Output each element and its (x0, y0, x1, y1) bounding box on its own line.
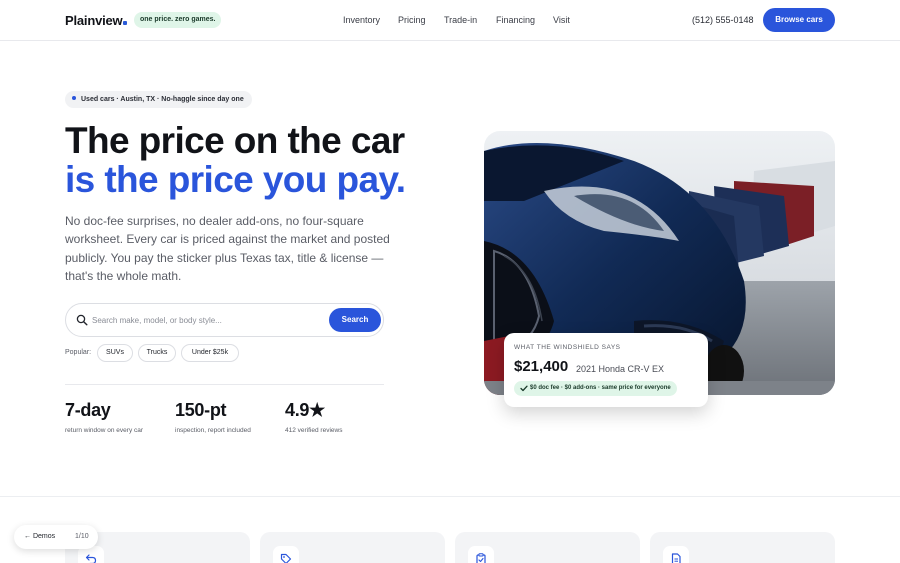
price-card-model: 2021 Honda CR-V EX (576, 364, 665, 374)
nav-inventory[interactable]: Inventory (343, 15, 380, 25)
chip-suvs[interactable]: SUVs (97, 344, 133, 362)
feature-icon-box (273, 546, 299, 563)
logo-text: Plainview (65, 13, 123, 28)
popular-label: Popular: (65, 349, 92, 356)
search-bar: Search (65, 303, 384, 337)
price-card-price: $21,400 (514, 358, 569, 375)
price-card-pill-text: $0 doc fee · $0 add-ons · same price for… (530, 385, 671, 391)
chip-trucks[interactable]: Trucks (138, 344, 176, 362)
headline-line-1: The price on the car (65, 120, 405, 161)
document-icon (671, 553, 681, 563)
eyebrow-dot (72, 96, 76, 100)
stats-divider (65, 384, 384, 385)
stat-return-label: return window on every car (65, 427, 144, 434)
stat-return-value: 7-day (65, 400, 111, 420)
search-button[interactable]: Search (329, 308, 381, 332)
hero-eyebrow: Used cars · Austin, TX · No-haggle since… (65, 91, 252, 108)
eyebrow-text: Used cars · Austin, TX · No-haggle since… (81, 96, 244, 103)
demos-count: 1/10 (75, 533, 89, 540)
search-icon (76, 314, 88, 326)
logo-dot (123, 21, 128, 25)
stat-rating-value: 4.9★ (285, 400, 325, 420)
nav-financing[interactable]: Financing (496, 15, 535, 25)
nav-pricing[interactable]: Pricing (398, 15, 426, 25)
nav-trade-in[interactable]: Trade-in (444, 15, 477, 25)
tagline-badge: one price. zero games. (134, 12, 222, 28)
headline-line-2: is the price you pay. (65, 159, 406, 200)
phone-link[interactable]: (512) 555-0148 (692, 15, 754, 25)
demos-switcher: ← Demos 1/10 (14, 525, 98, 549)
return-arrow-icon (85, 554, 97, 563)
hero-lede: No doc-fee surprises, no dealer add-ons,… (65, 214, 390, 283)
feature-card-pricing (260, 532, 445, 563)
logo[interactable]: Plainview (65, 13, 128, 28)
stat-inspection-label: inspection, report included (175, 427, 251, 434)
price-card-pill: $0 doc fee · $0 add-ons · same price for… (514, 381, 677, 396)
price-tag-icon (280, 553, 292, 563)
clipboard-check-icon (476, 553, 486, 563)
browse-cars-button[interactable]: Browse cars (763, 8, 835, 32)
chip-under-25k[interactable]: Under $25k (181, 344, 239, 362)
stat-inspection-value: 150-pt (175, 400, 227, 420)
search-input[interactable] (92, 312, 322, 329)
demos-back-link[interactable]: ← Demos (24, 533, 55, 540)
feature-card-documents (650, 532, 835, 563)
price-card-eyebrow: WHAT THE WINDSHIELD SAYS (514, 344, 621, 351)
check-icon (520, 385, 528, 392)
price-card: WHAT THE WINDSHIELD SAYS $21,400 2021 Ho… (504, 333, 708, 407)
stat-rating-label: 412 verified reviews (285, 427, 343, 434)
nav-visit[interactable]: Visit (553, 15, 570, 25)
site-header: Plainview one price. zero games. Invento… (0, 0, 900, 41)
feature-icon-box (663, 546, 689, 563)
feature-card-inspection (455, 532, 640, 563)
feature-icon-box (468, 546, 494, 563)
section-divider (0, 496, 900, 497)
